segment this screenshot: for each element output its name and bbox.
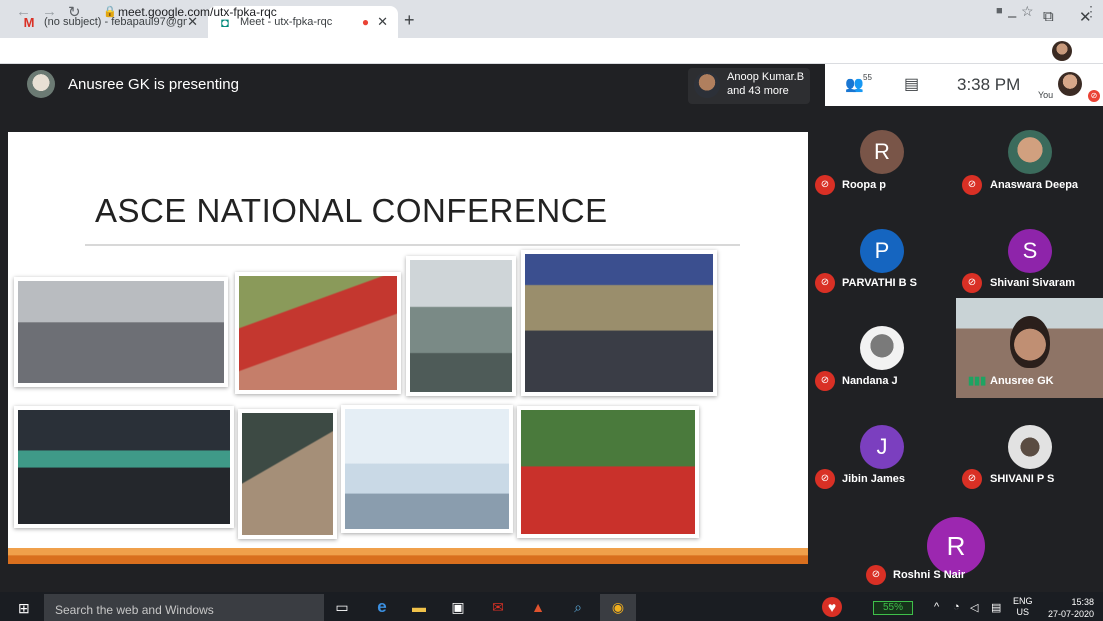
participant-name: PARVATHI B S	[842, 277, 917, 289]
participant-avatar: J	[860, 425, 904, 469]
participant-avatar: R	[860, 130, 904, 174]
restore-button[interactable]: ⧉	[1043, 8, 1054, 25]
edge-icon[interactable]: e	[372, 597, 392, 617]
address-bar[interactable]: meet.google.com/utx-fpka-rqc	[118, 5, 277, 19]
speaking-indicator-icon: ▮▮▮	[968, 375, 987, 387]
taskbar-clock[interactable]: 15:38 27-07-2020	[1046, 596, 1094, 620]
chat-icon[interactable]: ▤	[904, 74, 919, 94]
clock-time: 15:38	[1071, 597, 1094, 607]
language-code: ENG	[1013, 596, 1033, 606]
wifi-icon[interactable]: ◔	[953, 601, 960, 613]
slide-photo	[14, 406, 234, 528]
participant-name: Shivani Sivaram	[990, 277, 1075, 289]
tray-expand-icon[interactable]: ^	[934, 601, 939, 613]
battery-indicator[interactable]: 55%	[873, 601, 913, 615]
new-tab-button[interactable]: +	[404, 10, 415, 31]
slide-photo	[14, 277, 228, 387]
participant-name: Nandana J	[842, 375, 898, 387]
participant-avatar	[694, 72, 720, 98]
more-name: Anoop Kumar.B	[727, 71, 805, 83]
taskbar-search-placeholder: Search the web and Windows	[55, 603, 214, 617]
region-code: US	[1016, 607, 1030, 617]
more-participants-label: Anoop Kumar.B and 43 more	[727, 70, 804, 98]
reload-icon[interactable]: ↻	[68, 3, 81, 21]
profile-avatar[interactable]	[1052, 41, 1072, 61]
slide-photo	[406, 256, 516, 396]
browser-toolbar	[0, 38, 1103, 64]
participant-avatar	[1008, 130, 1052, 174]
close-tab-icon[interactable]: ✕	[377, 14, 388, 30]
meeting-clock: 3:38 PM	[957, 75, 1021, 94]
mic-off-icon: ⊘	[962, 273, 982, 293]
chrome-icon[interactable]: ◉	[600, 594, 636, 621]
participant-avatar: S	[1008, 229, 1052, 273]
slide-title: ASCE NATIONAL CONFERENCE	[95, 192, 608, 229]
participant-name: SHIVANI P S	[990, 473, 1055, 485]
people-icon[interactable]: 👥	[845, 75, 864, 93]
lock-icon: 🔒	[103, 6, 117, 18]
mic-off-icon: ⊘	[815, 273, 835, 293]
participant-name: Anaswara Deepa	[990, 179, 1079, 191]
participant-avatar: P	[860, 229, 904, 273]
more-count: and 43 more	[727, 85, 789, 97]
menu-icon[interactable]: ⋮	[1084, 3, 1098, 20]
participant-avatar	[860, 326, 904, 370]
participant-avatar: R	[927, 517, 985, 575]
slide-divider	[85, 244, 740, 246]
slide-photo	[517, 406, 699, 538]
mic-off-icon: ⊘	[866, 565, 886, 585]
self-mic-off-icon: ⊘	[1088, 90, 1100, 102]
speaker-video	[1010, 316, 1050, 368]
file-explorer-icon[interactable]: ▬	[409, 597, 429, 617]
slide-photo	[235, 272, 401, 394]
mic-off-icon: ⊘	[815, 371, 835, 391]
people-count: 55	[863, 73, 872, 82]
participant-name: Roshni S Nair	[893, 569, 966, 581]
participant-name: Jibin James	[842, 473, 905, 485]
mic-off-icon: ⊘	[815, 175, 835, 195]
participant-name: Anusree GK	[990, 375, 1054, 387]
task-view-icon[interactable]: ▭	[332, 597, 352, 617]
language-indicator[interactable]: ENG US	[1013, 596, 1033, 618]
presenting-label: Anusree GK is presenting	[68, 76, 239, 93]
mic-off-icon: ⊘	[962, 469, 982, 489]
camera-indicator-icon[interactable]: ■	[996, 5, 1003, 17]
mail-icon[interactable]: ✉	[488, 597, 508, 617]
forward-icon[interactable]: →	[42, 3, 57, 20]
mic-off-icon: ⊘	[962, 175, 982, 195]
slide-photo	[521, 250, 717, 396]
health-monitor-icon[interactable]: ♥	[822, 597, 842, 617]
participant-avatar	[1008, 425, 1052, 469]
notification-icon[interactable]: ▤	[991, 601, 1001, 614]
clock-date: 27-07-2020	[1047, 609, 1094, 619]
store-icon[interactable]: ▣	[448, 597, 468, 617]
windows-start-icon[interactable]: ⊞	[18, 600, 30, 617]
self-avatar[interactable]	[1058, 72, 1082, 96]
star-icon[interactable]: ☆	[1021, 3, 1034, 20]
acrobat-icon[interactable]: ▲	[528, 597, 548, 617]
volume-icon[interactable]: ◁	[970, 601, 978, 614]
back-icon[interactable]: ←	[16, 3, 31, 20]
slide-photo	[238, 409, 337, 539]
search-app-icon[interactable]: ⌕	[568, 597, 588, 617]
minimize-button[interactable]: –	[1008, 8, 1016, 25]
recording-dot-icon: ●	[361, 15, 370, 29]
mic-off-icon: ⊘	[815, 469, 835, 489]
you-label: You	[1038, 90, 1054, 100]
slide-photo	[341, 405, 513, 533]
slide-footer-band	[8, 548, 808, 564]
presenter-avatar	[27, 70, 55, 98]
participant-name: Roopa p	[842, 179, 886, 191]
